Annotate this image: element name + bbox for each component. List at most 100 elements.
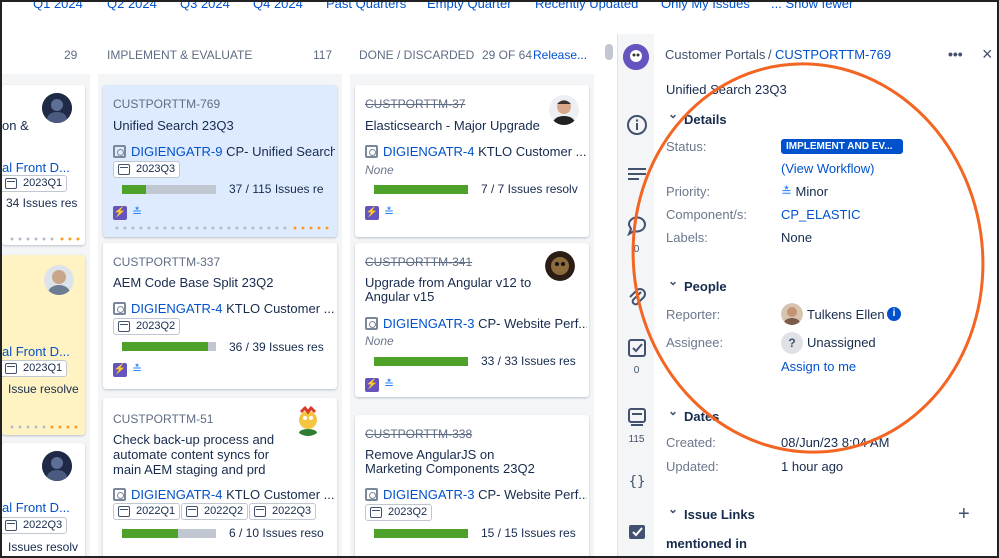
status-lozenge[interactable]: IMPLEMENT AND EV...	[781, 139, 903, 154]
calendar-icon	[5, 178, 17, 189]
close-icon[interactable]: ×	[982, 44, 993, 65]
left-card-1[interactable]: on & al Front D... 2023Q1 34 Issues res	[2, 85, 85, 245]
quick-filter-empty-quarter[interactable]: Empty Quarter	[427, 0, 512, 11]
card-key[interactable]: CUSTPORTTM-338	[365, 427, 472, 441]
fix-version-none: None	[365, 334, 394, 348]
card-key[interactable]: CUSTPORTTM-37	[365, 97, 465, 111]
component-label: Component/s:	[666, 207, 747, 222]
issue-links-section-header[interactable]: Issue Links	[668, 502, 755, 522]
detail-side-rail: 0 0 115 {}	[617, 34, 654, 558]
version-label: 2022Q2	[204, 505, 244, 517]
description-icon[interactable]	[626, 165, 648, 188]
card-summary-line-2: automate content syncs for	[113, 447, 270, 462]
version-badge: 2022Q3	[2, 517, 68, 534]
progress-text: 34 Issues res	[6, 196, 78, 210]
issue-card-337[interactable]: CUSTPORTTM-337 AEM Code Base Split 23Q2 …	[103, 243, 337, 389]
quick-filter-recently-updated[interactable]: Recently Updated	[535, 0, 638, 11]
assignee-avatar	[549, 95, 579, 125]
card-key[interactable]: CUSTPORTTM-769	[113, 97, 220, 111]
version-badge: 2023Q1	[2, 175, 68, 192]
more-actions-button[interactable]: •••	[948, 46, 963, 62]
version-label: 2022Q3	[272, 505, 312, 517]
card-summary: AEM Code Base Split 23Q2	[113, 275, 274, 290]
release-link[interactable]: Release...	[533, 48, 587, 62]
issue-card-769[interactable]: CUSTPORTTM-769 Unified Search 23Q3 DIGIE…	[103, 85, 337, 237]
dates-section-header[interactable]: Dates	[668, 404, 720, 424]
assignee-avatar	[545, 251, 575, 281]
people-section-header[interactable]: People	[668, 274, 726, 294]
calendar-icon	[118, 164, 130, 175]
card-dots	[8, 237, 58, 241]
issue-card-37[interactable]: CUSTPORTTM-37 Elasticsearch - Major Upgr…	[355, 85, 589, 237]
card-key[interactable]: CUSTPORTTM-341	[365, 255, 472, 269]
attachment-icon[interactable]	[626, 286, 648, 313]
updated-value: 1 hour ago	[781, 459, 844, 474]
issue-card-51[interactable]: CUSTPORTTM-51 Check back-up process and …	[103, 398, 337, 558]
quick-filter-only-my-issues[interactable]: Only My Issues	[661, 0, 750, 11]
card-dots	[113, 226, 291, 230]
code-brackets-icon[interactable]: {}	[626, 474, 648, 490]
epic-key-link[interactable]: DIGIENGATR-3	[383, 316, 475, 331]
left-card-3[interactable]: al Front D... 2022Q3 Issues resolv	[2, 443, 85, 558]
issue-card-338[interactable]: CUSTPORTTM-338 Remove AngularJS on Marke…	[355, 415, 589, 558]
epic-key-link[interactable]: DIGIENGATR-4	[131, 487, 223, 502]
priority-value[interactable]: ≛ Minor	[781, 184, 828, 200]
issue-title[interactable]: Unified Search 23Q3	[666, 82, 787, 97]
assignee-value[interactable]: Unassigned	[807, 335, 876, 350]
mentioned-in-label: mentioned in	[666, 536, 747, 551]
progress-fill	[122, 342, 209, 351]
epic-key-link[interactable]: DIGIENGATR-4	[383, 144, 475, 159]
quick-filter-q4-2024[interactable]: Q4 2024	[253, 0, 303, 11]
card-epic[interactable]: al Front D...	[2, 344, 70, 359]
progress-fill	[374, 529, 468, 538]
add-issue-link-button[interactable]: +	[958, 503, 970, 526]
card-epic: DIGIENGATR-3 CP- Website Perf...	[365, 487, 587, 502]
approval-icon[interactable]	[626, 522, 648, 547]
card-key[interactable]: CUSTPORTTM-337	[113, 255, 220, 269]
comments-icon[interactable]	[626, 216, 648, 241]
card-summary-line-3: main AEM staging and prd	[113, 462, 266, 477]
checklist-icon[interactable]	[626, 337, 648, 364]
created-value: 08/Jun/23 8:04 AM	[781, 435, 890, 450]
epic-icon	[113, 145, 126, 158]
issue-card-341[interactable]: CUSTPORTTM-341 Upgrade from Angular v12 …	[355, 243, 589, 397]
calendar-icon	[5, 520, 17, 531]
quick-filter-show-fewer[interactable]: ... Show fewer	[771, 0, 853, 11]
breadcrumb-issue-key[interactable]: CUSTPORTTM-769	[775, 47, 891, 62]
quick-filter-q1-2024[interactable]: Q1 2024	[33, 0, 83, 11]
assign-to-me-link[interactable]: Assign to me	[781, 359, 856, 374]
progress-text: 6 / 10 Issues reso	[229, 526, 324, 540]
breadcrumb-project[interactable]: Customer Portals	[665, 47, 765, 62]
reporter-label: Reporter:	[666, 307, 721, 322]
card-epic[interactable]: al Front D...	[2, 160, 70, 175]
card-epic[interactable]: al Front D...	[2, 500, 70, 515]
card-epic: DIGIENGATR-4 KTLO Customer ...	[113, 487, 335, 502]
reporter-name[interactable]: Tulkens Ellen	[807, 307, 885, 322]
epic-key-link[interactable]: DIGIENGATR-4	[131, 301, 223, 316]
progress-text: 36 / 39 Issues res	[229, 340, 324, 354]
view-workflow-link[interactable]: (View Workflow)	[781, 161, 874, 176]
board-scrollbar[interactable]	[605, 44, 613, 60]
version-badge: 2023Q2	[365, 504, 433, 521]
progress-fill	[122, 185, 147, 194]
details-section-header[interactable]: Details	[668, 107, 727, 127]
quick-filter-q3-2024[interactable]: Q3 2024	[180, 0, 230, 11]
info-icon[interactable]	[626, 114, 648, 141]
epic-name: CP- Website Perf...	[478, 487, 587, 502]
quick-filter-bar: Q1 2024 Q2 2024 Q3 2024 Q4 2024 Past Qua…	[0, 0, 999, 14]
labels-value[interactable]: None	[781, 230, 812, 245]
reporter-info-icon[interactable]: i	[887, 307, 901, 321]
version-label: 2023Q3	[136, 163, 176, 175]
progress-bar	[374, 185, 468, 194]
epic-key-link[interactable]: DIGIENGATR-9	[131, 144, 223, 159]
card-key[interactable]: CUSTPORTTM-51	[113, 412, 213, 426]
quick-filter-q2-2024[interactable]: Q2 2024	[107, 0, 157, 11]
component-value[interactable]: CP_ELASTIC	[781, 207, 860, 222]
epic-icon	[113, 488, 126, 501]
quick-filter-past-quarters[interactable]: Past Quarters	[326, 0, 406, 11]
left-card-2[interactable]: al Front D... 2023Q1 Issue resolve	[2, 255, 85, 435]
labels-label: Labels:	[666, 230, 708, 245]
epic-key-link[interactable]: DIGIENGATR-3	[383, 487, 475, 502]
work-log-icon[interactable]	[626, 406, 648, 433]
progress-text: Issue resolve	[8, 382, 79, 396]
